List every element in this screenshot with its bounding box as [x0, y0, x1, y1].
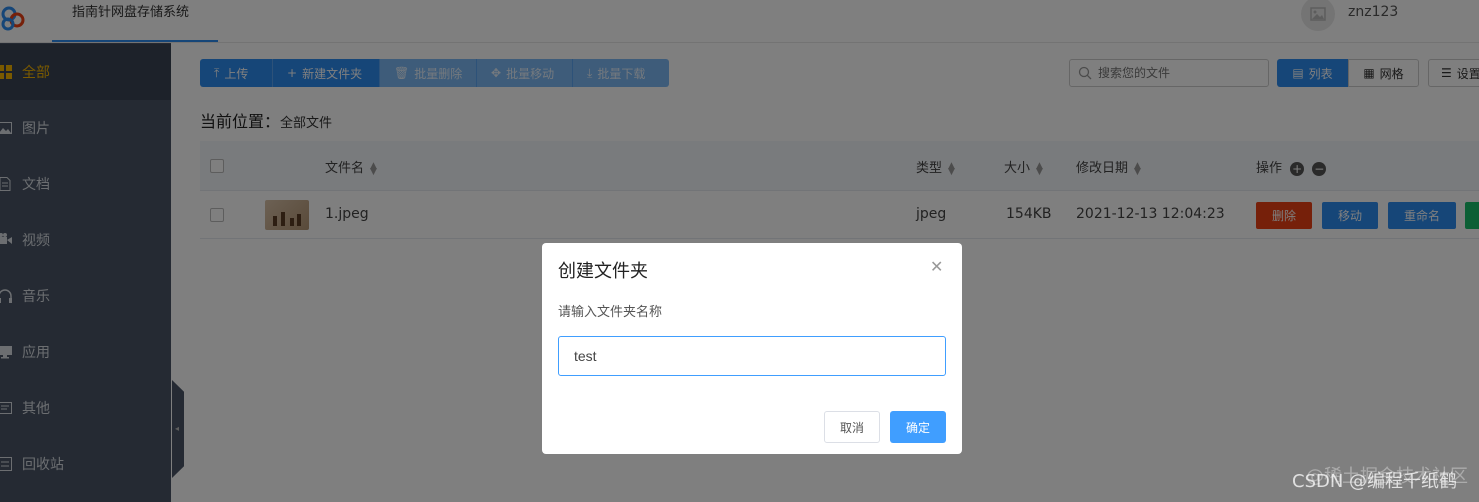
- dialog-title: 创建文件夹: [558, 261, 648, 282]
- folder-name-input[interactable]: [558, 336, 946, 376]
- folder-name-label: 请输入文件夹名称: [558, 305, 663, 320]
- confirm-button[interactable]: 确定: [890, 411, 946, 443]
- close-icon[interactable]: ✕: [930, 257, 943, 276]
- watermark-csdn: CSDN @编程千纸鹤: [1292, 471, 1458, 492]
- cancel-button[interactable]: 取消: [824, 411, 880, 443]
- create-folder-dialog: 创建文件夹 ✕ 请输入文件夹名称 取消 确定: [542, 243, 962, 454]
